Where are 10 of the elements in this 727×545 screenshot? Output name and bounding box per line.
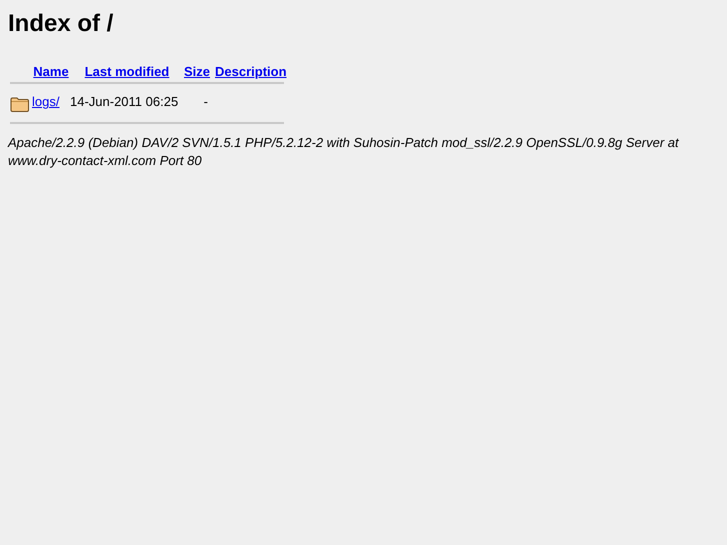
file-size: -	[204, 94, 208, 110]
folder-icon	[10, 96, 30, 112]
file-link[interactable]: logs/	[32, 94, 60, 110]
column-header-link[interactable]: Name	[33, 64, 69, 79]
column-header-link[interactable]: Last modified	[84, 64, 170, 79]
column-header-link[interactable]: Description	[215, 64, 287, 79]
modified-date: 14-Jun-2011 06:25	[70, 94, 178, 110]
server-address: Apache/2.2.9 (Debian) DAV/2 SVN/1.5.1 PHP/5.2.12-2 with Suhosin-Patch mod_ssl/2.2.9 OpenSSL/0.9.8g Server at www.dry-contact-xml.com Port 80	[8, 134, 680, 170]
column-header-link[interactable]: Size	[184, 64, 210, 79]
page-title: Index of /	[8, 9, 114, 39]
